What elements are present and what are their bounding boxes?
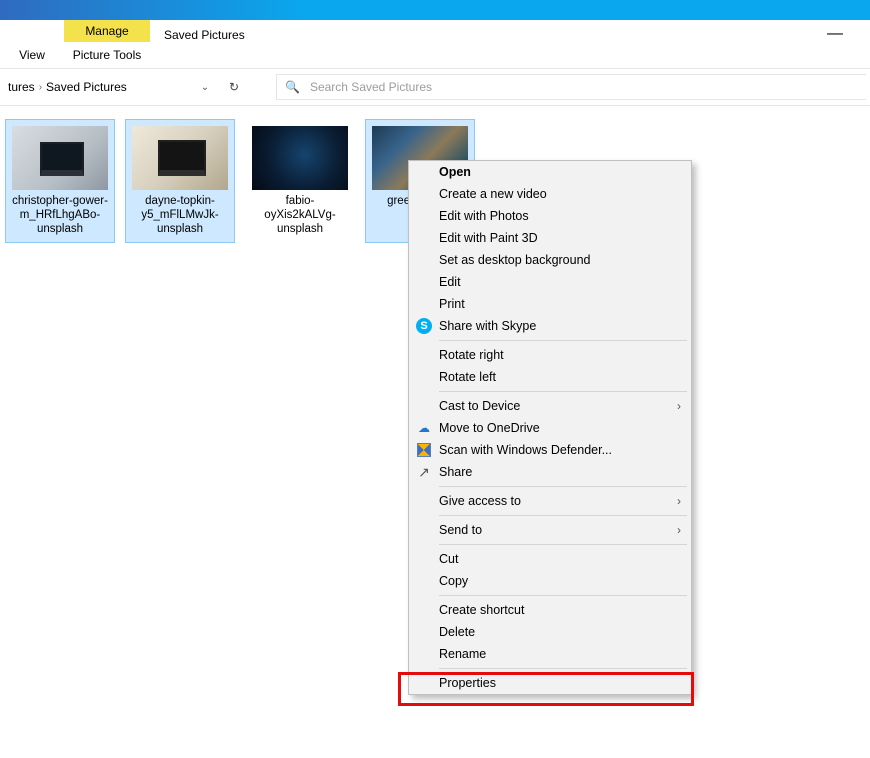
context-menu-item-share[interactable]: Share [409,461,691,483]
menu-label: Share with Skype [439,319,536,333]
context-menu-separator [439,340,687,341]
breadcrumb-part[interactable]: Saved Pictures [44,80,129,94]
context-menu-separator [439,544,687,545]
address-bar-row: tures › Saved Pictures ⌄ ↻ 🔍 Search Save… [0,69,870,105]
menu-label: Share [439,465,472,479]
file-name-label: christopher-gower-m_HRfLhgABo-unsplash [6,194,114,242]
context-menu-item-rotate-right[interactable]: Rotate right [409,344,691,366]
refresh-button[interactable]: ↻ [220,75,248,99]
context-menu-item-cast[interactable]: Cast to Device › [409,395,691,417]
window-chrome-accent [0,0,870,20]
context-menu-item-rename[interactable]: Rename [409,643,691,665]
menu-label: Scan with Windows Defender... [439,443,612,457]
window-controls: — [820,20,870,68]
menu-label: Give access to [439,494,521,508]
ribbon-tabs-group: Manage View Picture Tools [0,20,160,68]
window-title: Saved Pictures [160,20,820,68]
minimize-button[interactable]: — [820,26,850,68]
breadcrumb-history-dropdown[interactable]: ⌄ [194,82,216,93]
context-menu-item-edit[interactable]: Edit [409,271,691,293]
shield-icon [415,441,433,459]
file-thumbnail [12,126,108,190]
context-menu-separator [439,595,687,596]
file-item[interactable]: christopher-gower-m_HRfLhgABo-unsplash [6,120,114,242]
file-item[interactable]: dayne-topkin-y5_mFlLMwJk-unsplash [126,120,234,242]
cloud-icon: ☁ [415,419,433,437]
chevron-right-icon[interactable]: › [37,82,44,93]
context-menu-item-set-background[interactable]: Set as desktop background [409,249,691,271]
file-thumbnail [132,126,228,190]
context-menu-separator [439,486,687,487]
submenu-arrow-icon: › [677,523,681,537]
share-icon [415,463,433,481]
context-menu-item-cut[interactable]: Cut [409,548,691,570]
submenu-arrow-icon: › [677,399,681,413]
menu-label: Send to [439,523,482,537]
context-menu-item-create-shortcut[interactable]: Create shortcut [409,599,691,621]
context-menu-separator [439,391,687,392]
tab-picture-tools[interactable]: Picture Tools [64,42,150,68]
context-menu: Open Create a new video Edit with Photos… [408,160,692,695]
file-item[interactable]: fabio-oyXis2kALVg-unsplash [246,120,354,242]
context-menu-separator [439,515,687,516]
context-menu-item-edit-photos[interactable]: Edit with Photos [409,205,691,227]
context-menu-item-create-video[interactable]: Create a new video [409,183,691,205]
refresh-icon: ↻ [229,80,239,94]
context-menu-item-share-skype[interactable]: S Share with Skype [409,315,691,337]
search-icon: 🔍 [285,80,300,94]
context-menu-item-send-to[interactable]: Send to › [409,519,691,541]
breadcrumb-part[interactable]: tures [6,80,37,94]
explorer-window: Manage View Picture Tools Saved Pictures… [0,0,870,758]
context-menu-item-edit-paint3d[interactable]: Edit with Paint 3D [409,227,691,249]
context-menu-item-rotate-left[interactable]: Rotate left [409,366,691,388]
context-menu-item-print[interactable]: Print [409,293,691,315]
context-menu-item-give-access[interactable]: Give access to › [409,490,691,512]
menu-label: Move to OneDrive [439,421,540,435]
context-menu-item-properties[interactable]: Properties [409,672,691,694]
context-menu-item-open[interactable]: Open [409,161,691,183]
ribbon: Manage View Picture Tools Saved Pictures… [0,20,870,68]
context-menu-separator [439,668,687,669]
file-name-label: dayne-topkin-y5_mFlLMwJk-unsplash [126,194,234,242]
file-name-label: fabio-oyXis2kALVg-unsplash [246,194,354,242]
skype-icon: S [415,317,433,335]
menu-label: Cast to Device [439,399,520,413]
context-menu-item-copy[interactable]: Copy [409,570,691,592]
context-menu-item-onedrive[interactable]: ☁ Move to OneDrive [409,417,691,439]
tab-view[interactable]: View [0,42,64,68]
contextual-tab-manage[interactable]: Manage [64,20,150,42]
search-placeholder: Search Saved Pictures [310,80,432,94]
breadcrumb[interactable]: tures › Saved Pictures ⌄ [4,75,216,99]
file-thumbnail [252,126,348,190]
context-menu-item-delete[interactable]: Delete [409,621,691,643]
context-menu-item-defender[interactable]: Scan with Windows Defender... [409,439,691,461]
submenu-arrow-icon: › [677,494,681,508]
search-input[interactable]: 🔍 Search Saved Pictures [276,74,866,100]
